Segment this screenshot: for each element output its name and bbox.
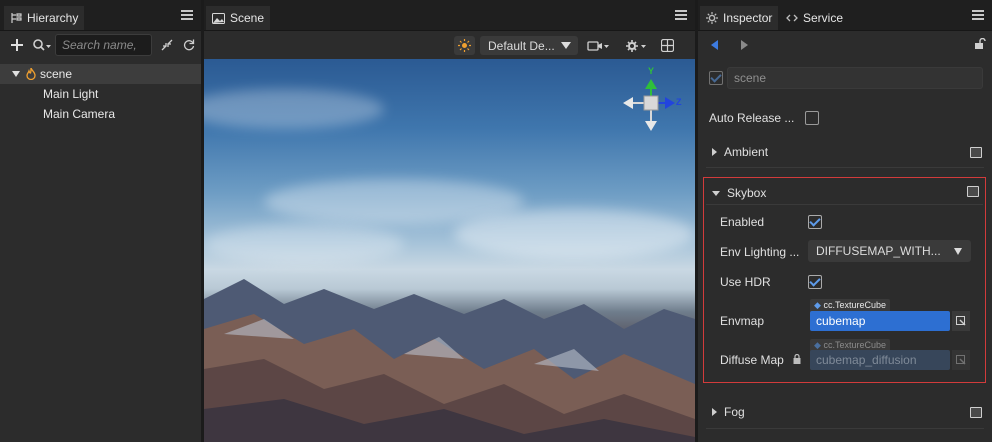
hierarchy-menu-button[interactable]	[181, 8, 193, 22]
mountains-image	[204, 279, 695, 442]
expand-arrow-icon	[712, 408, 717, 416]
chevron-down-icon	[561, 42, 571, 49]
env-lighting-value: DIFFUSEMAP_WITH...	[816, 244, 941, 258]
section-ambient[interactable]: Ambient	[698, 137, 992, 167]
orientation-gizmo[interactable]: Y Z	[617, 66, 695, 137]
collapse-arrow-icon	[712, 190, 720, 196]
inspector-menu-button[interactable]	[972, 8, 984, 22]
gizmo-z-label: Z	[676, 97, 682, 107]
layout-icon[interactable]	[659, 37, 676, 54]
tab-hierarchy-label: Hierarchy	[27, 11, 79, 25]
camera-options-icon[interactable]	[586, 37, 612, 54]
divider	[706, 167, 984, 168]
envmap-locate-icon[interactable]	[952, 311, 970, 331]
fog-label: Fog	[724, 405, 745, 419]
use-hdr-checkbox[interactable]	[808, 275, 822, 289]
lock-icon[interactable]	[973, 37, 987, 51]
tab-hierarchy[interactable]: Hierarchy	[4, 6, 84, 30]
help-book-icon[interactable]	[967, 186, 979, 197]
help-book-icon[interactable]	[970, 407, 982, 418]
diffuse-map-value: cubemap_diffusion	[816, 353, 917, 367]
lighting-toggle-icon[interactable]	[454, 36, 475, 55]
hierarchy-panel: Hierarchy scene Main Light Main Camera	[0, 0, 201, 442]
expand-arrow-icon	[712, 148, 717, 156]
tree-item-label: Main Light	[43, 87, 99, 101]
skybox-label: Skybox	[727, 186, 767, 200]
inspector-tabbar: Inspector Service	[698, 0, 992, 31]
chevron-down-icon	[954, 248, 962, 255]
scene-panel: Scene Default De... Y Z	[204, 0, 695, 442]
enabled-label: Enabled	[720, 215, 765, 229]
node-name-value: scene	[734, 71, 767, 85]
divider	[706, 428, 984, 429]
ambient-label: Ambient	[724, 145, 769, 159]
expand-arrow-icon[interactable]	[12, 71, 20, 77]
scene-toolbar: Default De...	[204, 32, 695, 59]
scene-tabbar: Scene	[204, 0, 695, 31]
search-type-button[interactable]	[32, 37, 52, 53]
camera-dropdown-label: Default De...	[488, 38, 555, 53]
tab-service-label: Service	[803, 11, 844, 25]
diffuse-map-type: cc.TextureCube	[823, 340, 886, 350]
hierarchy-tabbar: Hierarchy	[0, 0, 201, 31]
hierarchy-icon	[10, 12, 22, 24]
divider	[706, 204, 983, 205]
tab-inspector-label: Inspector	[723, 11, 773, 25]
tab-scene-label: Scene	[230, 11, 265, 25]
link-icon	[786, 13, 798, 23]
enabled-checkbox[interactable]	[808, 215, 822, 229]
scene-icon	[212, 12, 225, 24]
envmap-value: cubemap	[816, 314, 866, 328]
tree-item-scene[interactable]: scene	[0, 64, 201, 84]
gizmo-y-label: Y	[648, 66, 655, 76]
tree-item-main-camera[interactable]: Main Camera	[0, 104, 201, 124]
envmap-type: cc.TextureCube	[823, 300, 886, 310]
diffuse-map-label: Diffuse Map	[720, 353, 784, 367]
use-hdr-label: Use HDR	[720, 275, 771, 289]
help-book-icon[interactable]	[970, 147, 982, 158]
tab-scene[interactable]: Scene	[206, 6, 270, 30]
lock-icon	[792, 353, 802, 365]
gear-icon	[706, 12, 718, 24]
section-fog[interactable]: Fog	[698, 397, 992, 427]
env-lighting-label: Env Lighting ...	[720, 245, 800, 259]
gear-icon[interactable]	[624, 37, 650, 54]
scene-menu-button[interactable]	[675, 8, 687, 22]
node-active-checkbox[interactable]	[709, 71, 723, 85]
inspector-panel: Inspector Service scene Auto Release ...…	[698, 0, 992, 442]
auto-release-label: Auto Release ...	[709, 111, 795, 125]
refresh-icon[interactable]	[181, 37, 197, 53]
env-lighting-select[interactable]: DIFFUSEMAP_WITH...	[808, 240, 971, 262]
envmap-asset-field[interactable]: cubemap	[810, 311, 950, 331]
camera-dropdown[interactable]: Default De...	[480, 36, 578, 55]
forward-arrow-icon[interactable]	[738, 38, 750, 52]
tab-inspector[interactable]: Inspector	[700, 6, 778, 30]
tree-item-label: Main Camera	[43, 107, 116, 121]
tree-item-main-light[interactable]: Main Light	[0, 84, 201, 104]
tab-service[interactable]: Service	[780, 6, 852, 30]
diffuse-map-locate-icon	[952, 350, 970, 370]
back-arrow-icon[interactable]	[708, 38, 720, 52]
auto-release-checkbox[interactable]	[805, 111, 819, 125]
envmap-label: Envmap	[720, 314, 765, 328]
skybox-highlight-box: Skybox Enabled Env Lighting ... DIFFUSEM…	[703, 177, 986, 383]
tree-item-label: scene	[40, 67, 73, 81]
fire-icon	[26, 68, 36, 80]
node-name-field[interactable]: scene	[727, 67, 983, 89]
add-node-button[interactable]	[9, 36, 25, 54]
collapse-all-icon[interactable]	[159, 37, 175, 53]
diffuse-map-asset-field: cubemap_diffusion	[810, 350, 950, 370]
scene-viewport[interactable]: Y Z	[204, 59, 695, 442]
hierarchy-search-input[interactable]	[55, 34, 152, 56]
